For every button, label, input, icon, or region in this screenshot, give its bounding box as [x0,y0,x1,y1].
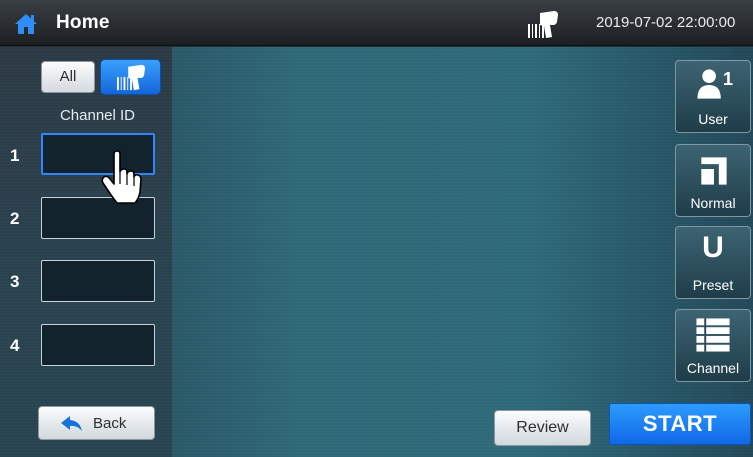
user-button[interactable]: 1 User [675,60,751,133]
back-label: Back [93,415,127,432]
channel-button[interactable]: Channel [675,309,751,382]
channel-number-4: 4 [10,336,20,355]
start-button[interactable]: START [609,403,751,445]
datetime-display: 2019-07-02 22:00:00 [596,14,736,31]
user-label: User [698,111,728,127]
all-button[interactable]: All [41,61,95,93]
normal-mode-icon [701,157,727,185]
channel-number-1: 1 [10,146,20,165]
channel-number-2: 2 [10,209,20,228]
normal-label: Normal [690,195,736,211]
scan-barcode-button[interactable] [100,59,161,95]
preset-label: Preset [692,277,734,293]
back-button[interactable]: Back [38,406,155,440]
preset-letter: U [702,231,724,264]
top-bar: Home 2019-07-02 22:00:00 [0,0,753,46]
user-icon [697,69,721,99]
channel-id-heading: Channel ID [59,107,136,124]
back-arrow-icon [61,416,82,431]
page-title: Home [56,12,110,33]
user-count: 1 [723,69,734,89]
normal-button[interactable]: Normal [675,144,751,217]
home-icon[interactable] [14,13,38,35]
channel-3-input[interactable] [41,260,155,302]
channel-label: Channel [686,360,740,376]
barcode-scanner-icon [117,64,145,91]
review-button[interactable]: Review [494,410,591,446]
channel-number-3: 3 [10,272,20,291]
hand-cursor-icon [101,150,142,204]
channel-4-input[interactable] [41,324,155,366]
list-icon [696,318,730,352]
preset-button[interactable]: U Preset [675,226,751,299]
barcode-scanner-icon [528,11,558,38]
